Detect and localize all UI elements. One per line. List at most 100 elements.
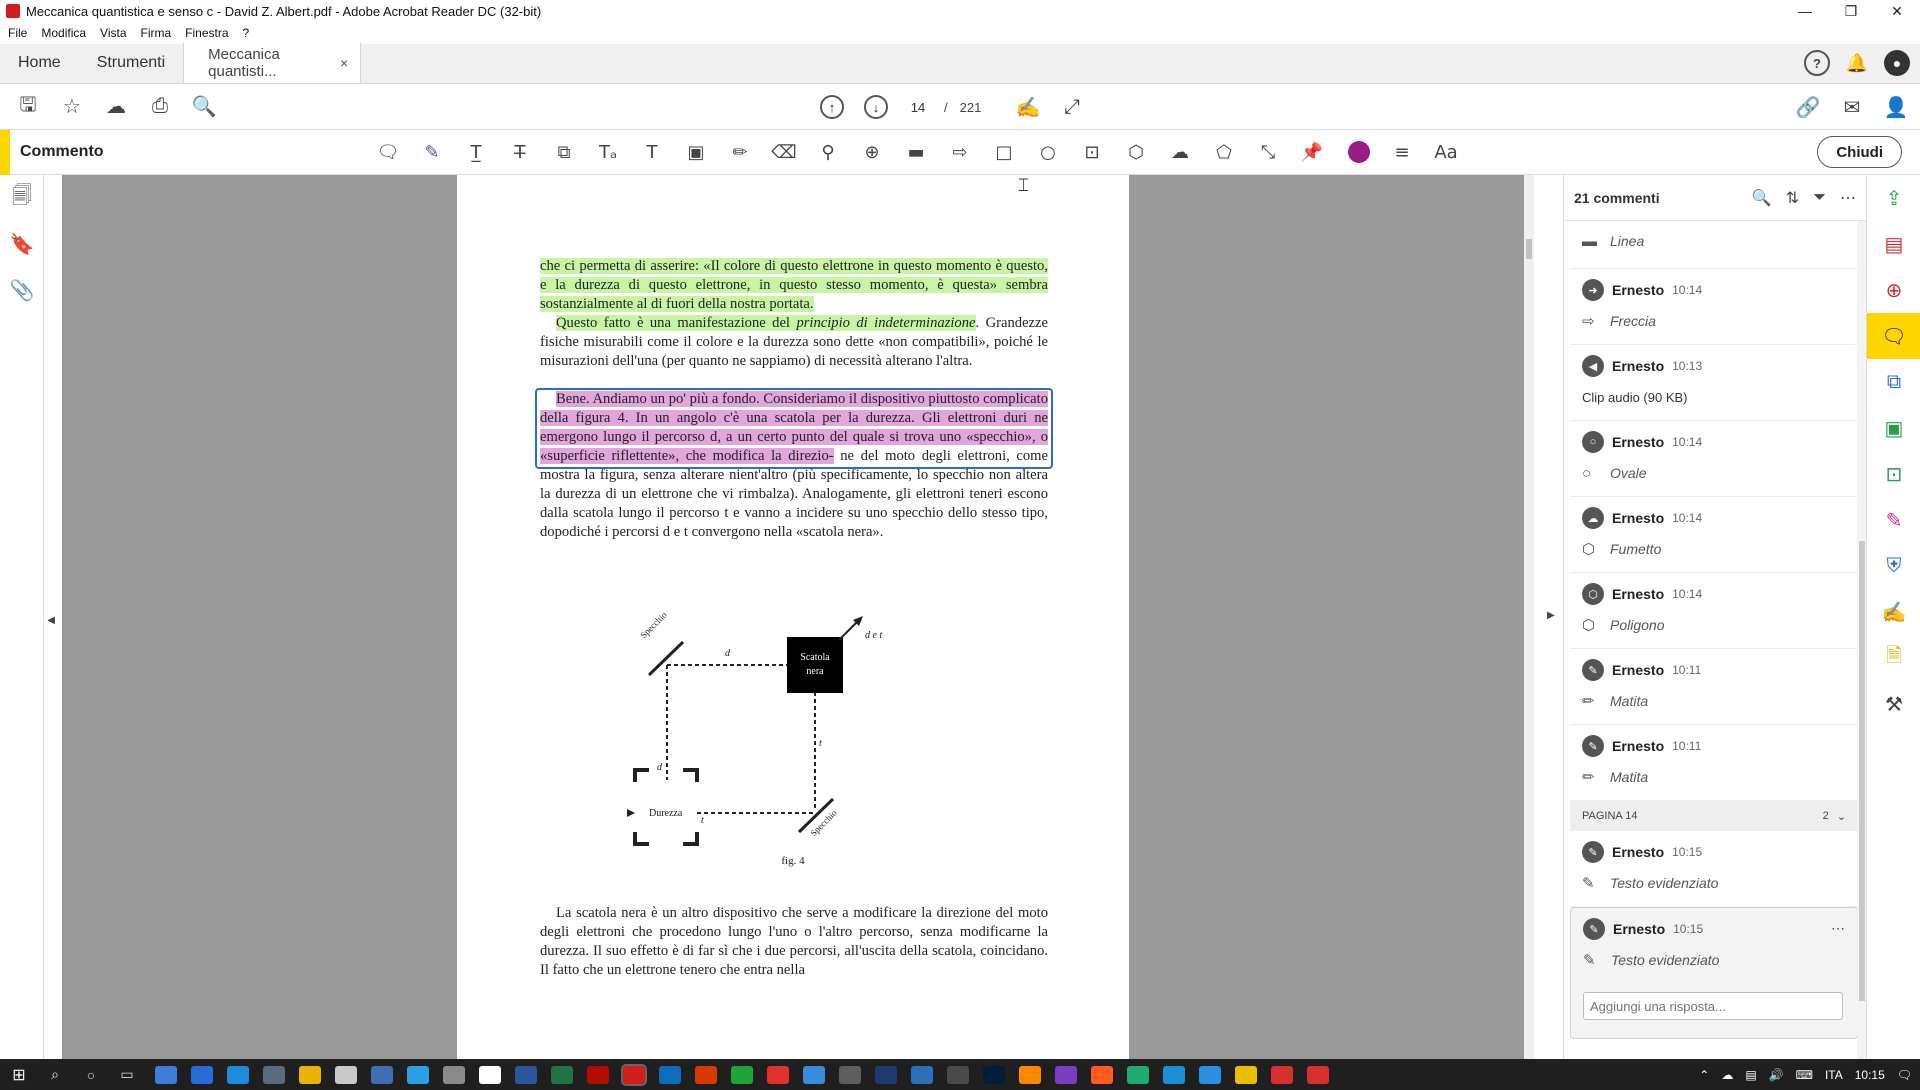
menu-vista[interactable]: Vista — [100, 26, 126, 40]
windows-start-icon[interactable]: ⊞ — [4, 1059, 34, 1090]
collapse-right-panel-icon[interactable]: ▶ — [1547, 610, 1555, 621]
firefox-icon[interactable] — [1091, 1065, 1113, 1084]
pencil-icon[interactable]: ✏ — [724, 136, 756, 168]
document-viewport[interactable]: che ci permetta di asserire: «Il colore … — [62, 175, 1534, 1059]
compress-pdf-icon[interactable]: ▣ — [1867, 405, 1920, 451]
edge-icon[interactable] — [1163, 1065, 1185, 1084]
page-number-input[interactable]: 14 — [898, 94, 938, 120]
tab-document[interactable]: Meccanica quantisti... × — [183, 43, 362, 83]
taskbar-app-icon[interactable] — [875, 1065, 897, 1084]
previous-page-icon[interactable]: ↑ — [820, 95, 844, 119]
taskbar-app-icon[interactable] — [335, 1065, 357, 1084]
attach-file-icon[interactable]: ⊕ — [856, 136, 888, 168]
add-text-icon[interactable]: T — [636, 136, 668, 168]
comment-item[interactable]: ➜ Ernesto 10:14 ⇨ Freccia — [1570, 269, 1858, 345]
help-icon[interactable]: ? — [1804, 50, 1830, 76]
save-icon[interactable]: 🖫 — [12, 91, 44, 123]
network-icon[interactable]: ▤ — [1745, 1068, 1756, 1082]
edge-icon[interactable] — [1127, 1065, 1149, 1084]
eraser-icon[interactable]: ⌫ — [768, 136, 800, 168]
protect-shield-icon[interactable]: ⛨ — [1867, 543, 1920, 589]
taskbar-app-icon[interactable] — [911, 1065, 933, 1084]
taskbar-app-icon[interactable] — [155, 1065, 177, 1084]
comment-item[interactable]: ▬ Linea — [1570, 229, 1858, 269]
chevron-down-icon[interactable]: ⌄ — [1837, 810, 1846, 823]
taskbar-app-icon[interactable] — [767, 1065, 789, 1084]
tray-onedrive-icon[interactable]: ☁ — [1721, 1068, 1733, 1082]
text-style-icon[interactable]: Aa — [1430, 136, 1462, 168]
italic-term[interactable]: principio di indeterminazione — [796, 315, 976, 331]
tab-home[interactable]: Home — [0, 43, 79, 83]
notifications-icon[interactable]: 🔔 — [1844, 50, 1870, 76]
strikethrough-text-icon[interactable]: T̶ — [504, 136, 536, 168]
expand-tool-icon[interactable]: ⤡ — [1252, 136, 1284, 168]
tab-close-icon[interactable]: × — [340, 55, 348, 71]
zoom-search-icon[interactable]: 🔍 — [188, 91, 220, 123]
upload-cloud-icon[interactable]: ☁ — [100, 91, 132, 123]
create-pdf-icon[interactable]: ⊕ — [1867, 267, 1920, 313]
comment-options-icon[interactable]: ⋯ — [1831, 920, 1845, 937]
tab-tools[interactable]: Strumenti — [79, 43, 183, 83]
comment-item[interactable]: ○ Ernesto 10:14 ○ Ovale — [1570, 421, 1858, 497]
comment-item[interactable]: ◀ Ernesto 10:13 Clip audio (90 KB) — [1570, 345, 1858, 421]
attachments-icon[interactable]: 📎 — [0, 267, 44, 313]
close-window-button[interactable]: ✕ — [1874, 0, 1920, 22]
taskbar-app-icon[interactable] — [947, 1065, 969, 1084]
polyline-tool-icon[interactable]: ⬠ — [1208, 136, 1240, 168]
combine-files-icon[interactable]: ⧉ — [1867, 359, 1920, 405]
comment-item-selected[interactable]: ✎ Ernesto 10:15 ⋯ ✎ Testo evidenziato — [1570, 907, 1858, 1039]
callout-tool-icon[interactable]: ⊡ — [1076, 136, 1108, 168]
expand-left-panel-icon[interactable]: ◀ — [47, 615, 55, 626]
cortana-icon[interactable]: ○ — [76, 1059, 106, 1090]
word-icon[interactable] — [515, 1065, 537, 1084]
maximize-button[interactable]: ❐ — [1828, 0, 1874, 22]
print-icon[interactable]: ⎙ — [144, 91, 176, 123]
excel-icon[interactable] — [551, 1065, 573, 1084]
color-picker[interactable] — [1348, 141, 1370, 163]
fill-and-sign-icon[interactable]: ✍ — [1867, 589, 1920, 635]
acrobat-active-icon[interactable] — [621, 1063, 647, 1086]
document-scrollbar[interactable] — [1524, 175, 1534, 1059]
more-options-icon[interactable]: ⋯ — [1840, 188, 1856, 208]
outlook-icon[interactable] — [659, 1065, 681, 1084]
insert-text-icon[interactable]: Tₐ — [592, 136, 624, 168]
comment-item[interactable]: ☁ Ernesto 10:14 ⬡ Fumetto — [1570, 497, 1858, 573]
taskbar-clock[interactable]: 10:15 — [1855, 1068, 1885, 1082]
volume-icon[interactable]: 🔊 — [1769, 1068, 1784, 1082]
bookmarks-icon[interactable]: 🔖 — [0, 221, 44, 267]
line-thickness-icon[interactable]: ≡ — [1386, 136, 1418, 168]
read-mode-icon[interactable]: ⤢ — [1056, 91, 1088, 123]
keyboard-icon[interactable]: ⌨ — [1796, 1068, 1813, 1082]
sticky-note-icon[interactable]: 🗨 — [372, 136, 404, 168]
comment-tool-icon[interactable]: 🗨 — [1867, 313, 1920, 359]
taskbar-app-icon[interactable] — [371, 1065, 393, 1084]
polygon-tool-icon[interactable]: ⬡ — [1120, 136, 1152, 168]
telegram-icon[interactable] — [407, 1065, 429, 1084]
taskbar-app-icon[interactable] — [803, 1065, 825, 1084]
green-highlight-text[interactable]: che ci permetta di asserire: «Il colore … — [540, 258, 1048, 312]
next-page-icon[interactable]: ↓ — [864, 95, 888, 119]
taskbar-app-icon[interactable] — [1055, 1065, 1077, 1084]
add-user-icon[interactable]: 👤 — [1880, 91, 1912, 123]
taskbar-app-icon[interactable] — [263, 1065, 285, 1084]
filter-comments-icon[interactable]: ⏷ — [1813, 189, 1826, 207]
close-comment-button[interactable]: Chiudi — [1817, 136, 1902, 168]
scan-ocr-icon[interactable]: ⊡ — [1867, 451, 1920, 497]
menu-file[interactable]: File — [8, 26, 27, 40]
account-avatar-icon[interactable]: ● — [1884, 50, 1910, 76]
menu-finestra[interactable]: Finestra — [185, 26, 228, 40]
organize-pages-icon[interactable]: ▤ — [1867, 221, 1920, 267]
oval-tool-icon[interactable]: ○ — [1032, 136, 1064, 168]
tray-chevron-icon[interactable]: ⌃ — [1699, 1068, 1709, 1082]
highlight-pen-icon[interactable]: ✎ — [416, 136, 448, 168]
minimize-button[interactable]: — — [1782, 0, 1828, 22]
send-for-signature-icon[interactable]: 🗎 — [1867, 635, 1920, 681]
search-icon[interactable]: ⌕ — [40, 1059, 70, 1090]
taskbar-app-icon[interactable] — [443, 1065, 465, 1084]
acrobat-taskbar-icon[interactable] — [587, 1065, 609, 1084]
edit-pdf-icon[interactable]: ✎ — [1867, 497, 1920, 543]
taskbar-app-icon[interactable] — [1235, 1065, 1257, 1084]
taskbar-app-icon[interactable] — [731, 1065, 753, 1084]
taskbar-app-icon[interactable] — [479, 1065, 501, 1084]
bookmark-star-icon[interactable]: ☆ — [56, 91, 88, 123]
